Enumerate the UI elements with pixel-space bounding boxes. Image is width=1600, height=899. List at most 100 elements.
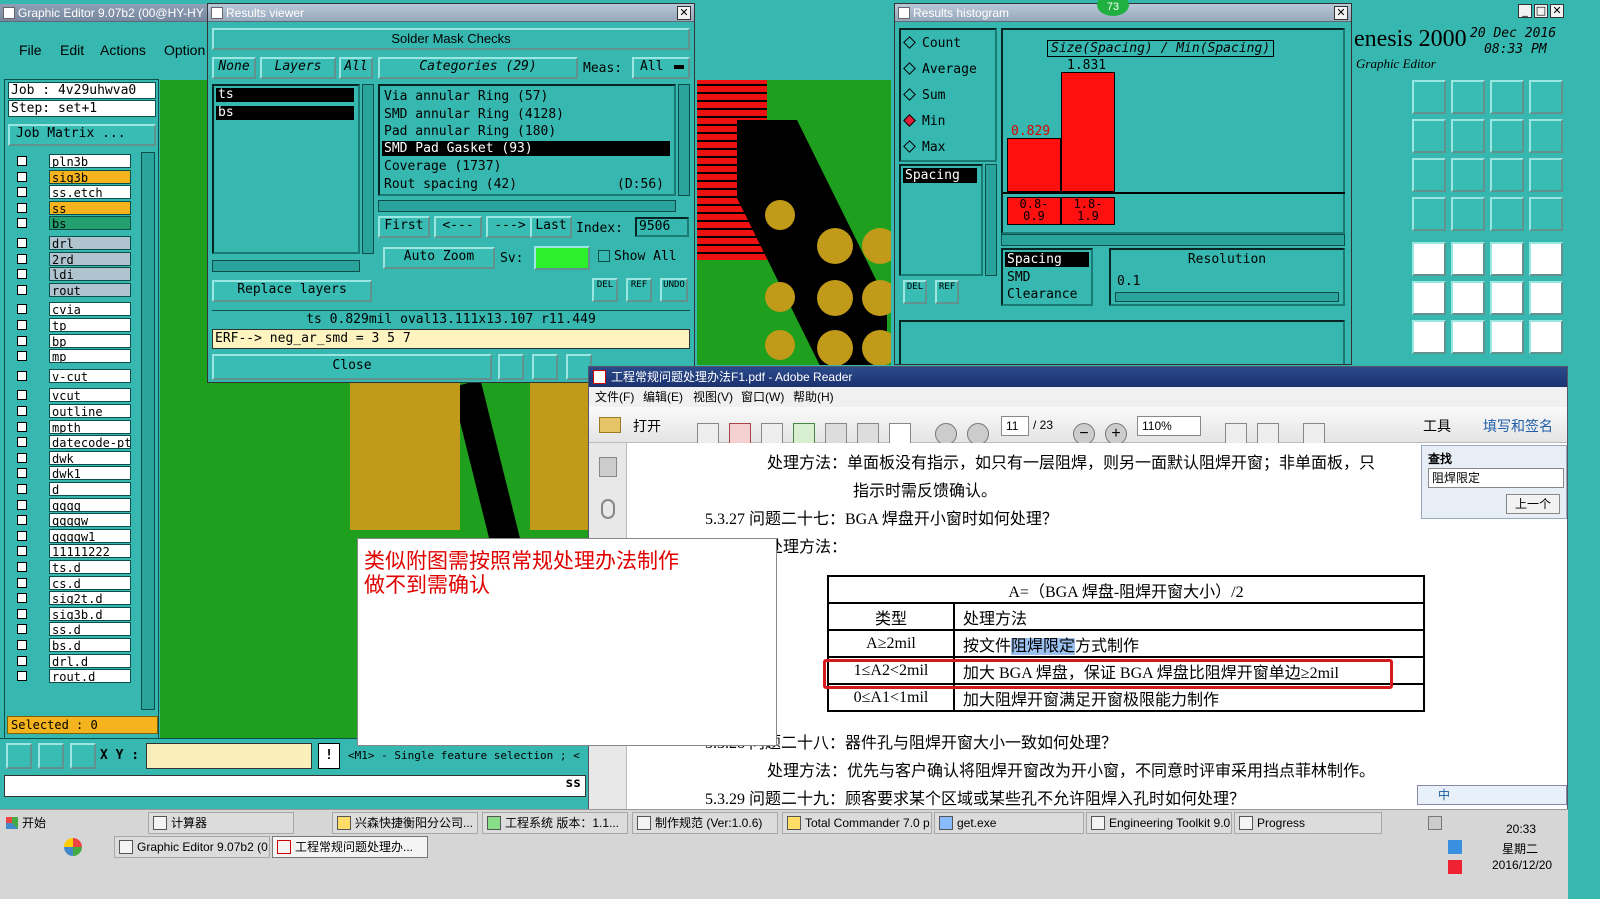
prev-button[interactable]: <---: [434, 216, 482, 238]
snap-icon[interactable]: [1490, 197, 1524, 231]
folder-icon[interactable]: [599, 417, 621, 433]
layer-checkbox[interactable]: [17, 320, 27, 330]
align-icon[interactable]: [1529, 119, 1563, 153]
menu-file[interactable]: 文件(F): [595, 387, 634, 407]
layer-down-icon[interactable]: [1451, 80, 1485, 114]
measure-icon[interactable]: [1412, 197, 1446, 231]
layer-checkbox[interactable]: [17, 452, 27, 463]
list-item-selected[interactable]: Spacing: [903, 168, 977, 183]
resolution-slider[interactable]: [1115, 292, 1339, 302]
snap2-icon[interactable]: [1529, 197, 1563, 231]
list-item[interactable]: SMD: [1005, 270, 1030, 285]
layer-checkbox[interactable]: [17, 238, 27, 248]
layer-checkbox[interactable]: [17, 608, 27, 619]
menu-window[interactable]: 窗口(W): [741, 387, 784, 407]
arrange-icon[interactable]: [1490, 119, 1524, 153]
tray-icon[interactable]: [1448, 840, 1462, 854]
print-icon[interactable]: [857, 423, 879, 445]
pdf-tool-icon[interactable]: [729, 423, 751, 445]
fit-width-icon[interactable]: [1257, 423, 1279, 445]
list-item-selected[interactable]: Spacing: [1005, 252, 1089, 267]
zoom-in-icon[interactable]: +: [1105, 423, 1127, 445]
zoom-out-icon[interactable]: −: [1073, 423, 1095, 445]
category-listbox[interactable]: Via annular Ring (57) SMD annular Ring (…: [378, 84, 676, 196]
tray-icon[interactable]: [1428, 816, 1442, 830]
create-icon[interactable]: [697, 423, 719, 445]
del-button[interactable]: DEL: [903, 280, 927, 304]
ruler-icon[interactable]: [1490, 242, 1524, 276]
list-item[interactable]: ts: [216, 88, 354, 102]
option-count[interactable]: Count: [903, 36, 961, 51]
attachment-icon[interactable]: [601, 499, 615, 519]
replace-layers-dropdown[interactable]: Replace layers: [212, 280, 372, 302]
fullscreen-icon[interactable]: [1303, 423, 1325, 445]
hist-list-scroll[interactable]: [985, 164, 997, 276]
layer-checkbox[interactable]: [17, 671, 27, 682]
layer-checkbox[interactable]: [17, 284, 27, 295]
list-item[interactable]: Clearance: [1005, 287, 1077, 302]
info-icon[interactable]: !: [318, 743, 340, 769]
arrow-icon[interactable]: [1529, 281, 1563, 315]
layer-checkbox[interactable]: [17, 640, 27, 650]
close-icon[interactable]: ✕: [1334, 6, 1348, 20]
layer-checkbox[interactable]: [17, 562, 27, 572]
index-input[interactable]: 9506: [635, 217, 689, 237]
option-min[interactable]: Min: [903, 114, 945, 129]
line-icon[interactable]: [1490, 281, 1524, 315]
job-matrix-button[interactable]: Job Matrix ...: [8, 124, 156, 146]
taskbar-item[interactable]: 制作规范 (Ver:1.0.6): [632, 812, 778, 834]
grid-icon[interactable]: [70, 743, 96, 769]
tool-icon[interactable]: [532, 354, 558, 380]
menu-option[interactable]: Option: [164, 42, 205, 58]
flip-icon[interactable]: [1529, 320, 1563, 354]
menu-edit[interactable]: 编辑(E): [643, 387, 683, 407]
feature-icon[interactable]: [1412, 242, 1446, 276]
layer-checkbox[interactable]: [17, 577, 27, 588]
quicklaunch-icon[interactable]: [64, 838, 82, 856]
layer-checkbox[interactable]: [17, 218, 27, 229]
polygon-icon[interactable]: [1451, 242, 1485, 276]
ref-button[interactable]: REF: [935, 280, 959, 304]
taskbar-item[interactable]: Graphic Editor 9.07b2 (0...: [114, 836, 270, 858]
tool-icon[interactable]: [498, 354, 524, 380]
upload-icon[interactable]: [793, 423, 815, 445]
email-icon[interactable]: [889, 423, 911, 445]
option-average[interactable]: Average: [903, 62, 977, 77]
edit-icon[interactable]: [1451, 320, 1485, 354]
list-item-selected[interactable]: SMD Pad Gasket (93): [382, 141, 670, 156]
layer-checkbox[interactable]: [17, 171, 27, 182]
cross-icon[interactable]: [1451, 281, 1485, 315]
next-button[interactable]: --->: [486, 216, 534, 238]
layer-checkbox[interactable]: [17, 437, 27, 448]
draw-icon[interactable]: [1412, 320, 1446, 354]
tool-icon-2[interactable]: [38, 743, 64, 769]
minimize-icon[interactable]: _: [1518, 4, 1532, 18]
layer-checkbox[interactable]: [17, 484, 27, 494]
layer-checkbox[interactable]: [17, 593, 27, 604]
last-button[interactable]: Last: [530, 216, 572, 238]
page-input[interactable]: 11: [1001, 416, 1029, 436]
layer-checkbox[interactable]: [17, 499, 27, 510]
taskbar-item[interactable]: Total Commander 7.0 p...: [782, 812, 932, 834]
ref-button[interactable]: REF: [626, 278, 652, 302]
layer-checkbox[interactable]: [17, 390, 27, 401]
menu-actions[interactable]: Actions: [100, 42, 146, 58]
close-icon[interactable]: ✕: [1550, 4, 1564, 18]
sign-button[interactable]: 填写和签名: [1483, 416, 1553, 436]
window-icon[interactable]: [1529, 80, 1563, 114]
layer-checkbox[interactable]: [17, 546, 27, 557]
start-button[interactable]: 开始: [2, 812, 56, 834]
help-icon[interactable]: [1529, 158, 1563, 192]
layer-checkbox[interactable]: [17, 406, 27, 416]
close-icon[interactable]: ✕: [677, 6, 691, 20]
del-button[interactable]: DEL: [592, 278, 618, 302]
undo-icon[interactable]: [1490, 320, 1524, 354]
layer-checkbox[interactable]: [17, 370, 27, 381]
menu-edit[interactable]: Edit: [60, 42, 84, 58]
fit-icon[interactable]: [1412, 158, 1446, 192]
taskbar-item[interactable]: 兴森快捷衡阳分公司...: [332, 812, 478, 834]
save-icon[interactable]: [825, 423, 847, 445]
pages-icon[interactable]: [599, 457, 617, 477]
list-item[interactable]: Coverage (1737): [382, 158, 501, 175]
hist-list2[interactable]: Spacing SMD Clearance: [1001, 248, 1093, 306]
